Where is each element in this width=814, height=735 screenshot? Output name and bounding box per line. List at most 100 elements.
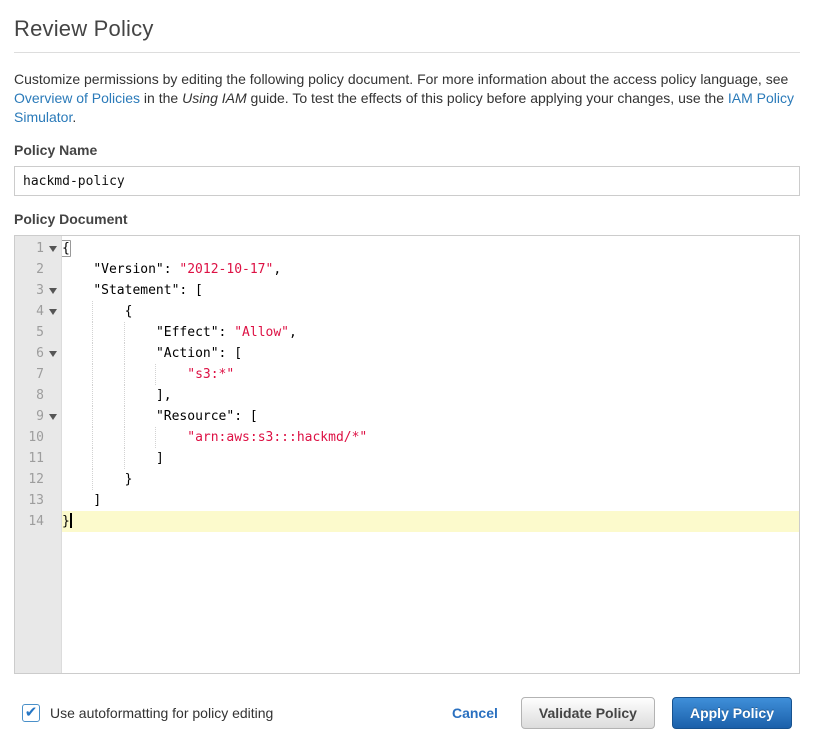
line-number[interactable]: 14 (15, 511, 61, 532)
line-number[interactable]: 4 (15, 301, 61, 322)
code-token: { (125, 304, 133, 319)
code-line[interactable]: "Resource": [ (62, 406, 799, 427)
intro-text: guide. To test the effects of this polic… (247, 90, 728, 106)
code-token: ], (156, 388, 172, 403)
indent-guide (62, 448, 93, 469)
indent-guide (62, 364, 93, 385)
code-token: "Action": [ (156, 346, 242, 361)
indent-guide (124, 322, 156, 343)
indent-guide (92, 406, 124, 427)
intro-text: . (72, 109, 76, 125)
guide-name-text: Using IAM (182, 90, 247, 106)
line-number[interactable]: 11 (15, 448, 61, 469)
string-token: "s3:*" (187, 367, 234, 382)
code-token: { (61, 240, 71, 257)
indent-guide (92, 385, 124, 406)
indent-guide (62, 322, 93, 343)
line-number[interactable]: 10 (15, 427, 61, 448)
indent-guide (124, 343, 156, 364)
footer-actions: Cancel Validate Policy Apply Policy (452, 697, 792, 729)
indent-guide (92, 343, 124, 364)
code-line[interactable]: "s3:*" (62, 364, 799, 385)
code-token: } (62, 514, 70, 529)
indent-guide (155, 364, 187, 385)
autoformat-checkbox[interactable]: ✔ (22, 704, 40, 722)
code-line[interactable]: "Version": "2012-10-17", (62, 259, 799, 280)
policy-name-label: Policy Name (14, 142, 800, 158)
page-title: Review Policy (14, 16, 800, 42)
line-number[interactable]: 7 (15, 364, 61, 385)
fold-arrow-icon[interactable] (49, 246, 57, 252)
indent-guide (92, 448, 124, 469)
intro-text: Customize permissions by editing the fol… (14, 71, 788, 87)
code-line[interactable]: ], (62, 385, 799, 406)
indent-guide (62, 490, 93, 511)
line-number[interactable]: 8 (15, 385, 61, 406)
policy-name-input[interactable] (14, 166, 800, 196)
fold-arrow-icon[interactable] (49, 288, 57, 294)
apply-policy-button[interactable]: Apply Policy (672, 697, 792, 729)
review-policy-page: Review Policy Customize permissions by e… (0, 16, 814, 729)
indent-guide (124, 364, 156, 385)
indent-guide (92, 301, 124, 322)
indent-guide (92, 364, 124, 385)
line-number[interactable]: 12 (15, 469, 61, 490)
code-line[interactable]: "Effect": "Allow", (62, 322, 799, 343)
overview-of-policies-link[interactable]: Overview of Policies (14, 90, 140, 106)
checkmark-icon: ✔ (25, 705, 38, 720)
indent-guide (62, 280, 93, 301)
string-token: "2012-10-17" (179, 262, 273, 277)
code-token: ] (93, 493, 101, 508)
indent-guide (124, 427, 156, 448)
code-line[interactable]: "Statement": [ (62, 280, 799, 301)
line-number[interactable]: 6 (15, 343, 61, 364)
policy-editor-gutter: 1234567891011121314 (15, 236, 62, 673)
indent-guide (92, 322, 124, 343)
string-token: "arn:aws:s3:::hackmd/*" (187, 430, 367, 445)
string-token: "Allow" (234, 325, 289, 340)
policy-document-label: Policy Document (14, 211, 800, 227)
autoformat-option: ✔ Use autoformatting for policy editing (22, 704, 273, 722)
line-number[interactable]: 2 (15, 259, 61, 280)
indent-guide (62, 259, 93, 280)
indent-guide (62, 469, 93, 490)
intro-text: in the (140, 90, 182, 106)
line-number[interactable]: 5 (15, 322, 61, 343)
indent-guide (62, 343, 93, 364)
indent-guide (62, 301, 93, 322)
code-token: "Statement": [ (93, 283, 203, 298)
indent-guide (124, 406, 156, 427)
indent-guide (155, 427, 187, 448)
policy-document-editor[interactable]: 1234567891011121314 { "Version": "2012-1… (14, 235, 800, 674)
code-line[interactable]: } (62, 469, 799, 490)
line-number[interactable]: 13 (15, 490, 61, 511)
code-token: , (273, 262, 281, 277)
code-line[interactable]: "Action": [ (62, 343, 799, 364)
indent-guide (92, 427, 124, 448)
fold-arrow-icon[interactable] (49, 351, 57, 357)
code-line[interactable]: "arn:aws:s3:::hackmd/*" (62, 427, 799, 448)
code-line[interactable]: { (62, 301, 799, 322)
validate-policy-button[interactable]: Validate Policy (521, 697, 655, 729)
line-number[interactable]: 9 (15, 406, 61, 427)
code-token: "Resource": [ (156, 409, 258, 424)
intro-paragraph: Customize permissions by editing the fol… (14, 70, 800, 127)
code-line[interactable]: ] (62, 448, 799, 469)
code-line[interactable]: } (62, 511, 799, 532)
footer-bar: ✔ Use autoformatting for policy editing … (14, 697, 800, 729)
fold-arrow-icon[interactable] (49, 414, 57, 420)
line-number[interactable]: 1 (15, 238, 61, 259)
code-token: "Version": (93, 262, 179, 277)
policy-editor-content[interactable]: { "Version": "2012-10-17", "Statement": … (62, 236, 799, 673)
code-token: } (125, 472, 133, 487)
line-number[interactable]: 3 (15, 280, 61, 301)
indent-guide (92, 469, 124, 490)
fold-arrow-icon[interactable] (49, 309, 57, 315)
code-line[interactable]: { (62, 238, 799, 259)
text-cursor (70, 513, 72, 528)
indent-guide (124, 385, 156, 406)
indent-guide (62, 406, 93, 427)
code-token: , (289, 325, 297, 340)
code-line[interactable]: ] (62, 490, 799, 511)
indent-guide (62, 385, 93, 406)
